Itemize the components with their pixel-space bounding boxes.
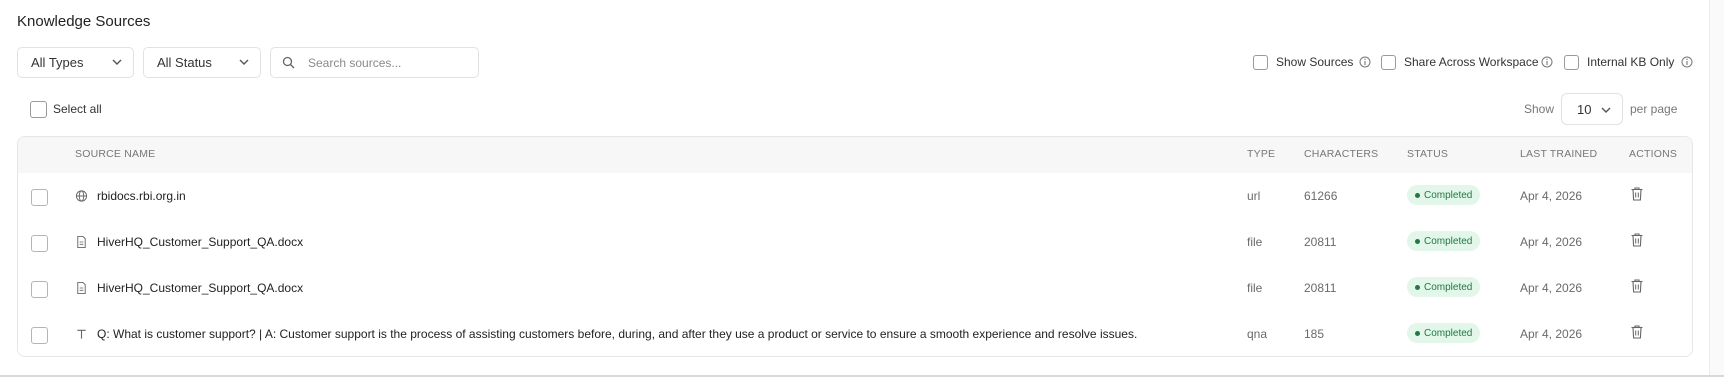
last-trained-date: Apr 4, 2026 (1520, 281, 1583, 295)
column-header-last-trained: LAST TRAINED (1520, 148, 1598, 160)
text-icon (77, 329, 86, 339)
show-sources-checkbox[interactable] (1253, 55, 1268, 70)
source-characters: 185 (1304, 327, 1325, 341)
status-filter-value: All Status (157, 55, 212, 70)
row-checkbox[interactable] (31, 281, 48, 298)
document-icon (77, 235, 86, 249)
select-all-label: Select all (53, 102, 102, 116)
status-text: Completed (1424, 327, 1473, 339)
internal-kb-only-label: Internal KB Only (1587, 55, 1675, 69)
source-name: HiverHQ_Customer_Support_QA.docx (97, 281, 304, 295)
status-dot-icon (1415, 330, 1420, 336)
trash-icon[interactable] (1630, 278, 1644, 294)
row-checkbox[interactable] (31, 235, 48, 252)
status-text: Completed (1424, 281, 1473, 293)
show-label: Show (1524, 102, 1555, 116)
table-row: Q: What is customer support? | A: Custom… (18, 311, 1692, 356)
source-type: qna (1247, 327, 1268, 341)
chevron-down-icon (1601, 107, 1611, 113)
info-icon[interactable] (1541, 56, 1553, 68)
last-trained-date: Apr 4, 2026 (1520, 327, 1583, 341)
info-icon[interactable] (1359, 56, 1371, 68)
column-header-type: TYPE (1247, 148, 1276, 160)
page-title: Knowledge Sources (17, 13, 151, 30)
source-characters: 61266 (1304, 189, 1338, 203)
status-filter-select[interactable]: All Status (143, 47, 261, 78)
select-all-checkbox[interactable] (30, 101, 47, 118)
status-text: Completed (1424, 189, 1473, 201)
row-checkbox[interactable] (31, 327, 48, 344)
status-badge: Completed (1407, 185, 1481, 205)
per-page-select[interactable]: 10 (1561, 93, 1623, 125)
info-icon[interactable] (1681, 56, 1693, 68)
globe-icon (75, 190, 88, 202)
source-type: file (1247, 281, 1263, 295)
status-dot-icon (1415, 238, 1420, 244)
status-dot-icon (1415, 192, 1420, 198)
table-row: HiverHQ_Customer_Support_QA.docx file 20… (18, 265, 1692, 312)
source-type: url (1247, 189, 1261, 203)
status-badge: Completed (1407, 231, 1481, 251)
type-filter-value: All Types (31, 55, 84, 70)
source-name: rbidocs.rbi.org.in (97, 189, 186, 203)
source-name: HiverHQ_Customer_Support_QA.docx (97, 235, 304, 249)
status-text: Completed (1424, 235, 1473, 247)
source-characters: 20811 (1304, 281, 1337, 295)
column-header-characters: CHARACTERS (1304, 148, 1379, 160)
sources-table: SOURCE NAME TYPE CHARACTERS STATUS LAST … (17, 136, 1693, 357)
vertical-scrollbar[interactable] (1709, 0, 1724, 377)
last-trained-date: Apr 4, 2026 (1520, 189, 1583, 203)
table-header: SOURCE NAME TYPE CHARACTERS STATUS LAST … (18, 137, 1692, 174)
status-badge: Completed (1407, 323, 1481, 343)
document-icon (77, 281, 86, 295)
search-box (270, 47, 479, 78)
trash-icon[interactable] (1630, 232, 1644, 248)
column-header-status: STATUS (1407, 148, 1449, 160)
internal-kb-only-checkbox[interactable] (1564, 55, 1579, 70)
share-across-workspace-checkbox[interactable] (1381, 55, 1396, 70)
per-page-label: per page (1630, 102, 1678, 116)
trash-icon[interactable] (1630, 186, 1644, 202)
column-header-source-name: SOURCE NAME (75, 148, 156, 160)
trash-icon[interactable] (1630, 324, 1644, 340)
search-input[interactable] (308, 53, 468, 72)
row-checkbox[interactable] (31, 189, 48, 206)
source-type: file (1247, 235, 1263, 249)
last-trained-date: Apr 4, 2026 (1520, 235, 1583, 249)
share-across-workspace-label: Share Across Workspace (1404, 55, 1539, 69)
column-header-actions: ACTIONS (1629, 148, 1678, 160)
status-badge: Completed (1407, 277, 1481, 297)
show-sources-label: Show Sources (1276, 55, 1354, 69)
status-dot-icon (1415, 284, 1420, 290)
source-name: Q: What is customer support? | A: Custom… (97, 327, 1138, 341)
per-page-value: 10 (1577, 102, 1592, 117)
chevron-down-icon (112, 59, 122, 65)
chevron-down-icon (239, 59, 249, 65)
source-characters: 20811 (1304, 235, 1337, 249)
type-filter-select[interactable]: All Types (17, 47, 134, 78)
search-icon (282, 56, 295, 69)
table-row: HiverHQ_Customer_Support_QA.docx file 20… (18, 219, 1692, 266)
table-row: rbidocs.rbi.org.in url 61266 Completed A… (18, 173, 1692, 220)
